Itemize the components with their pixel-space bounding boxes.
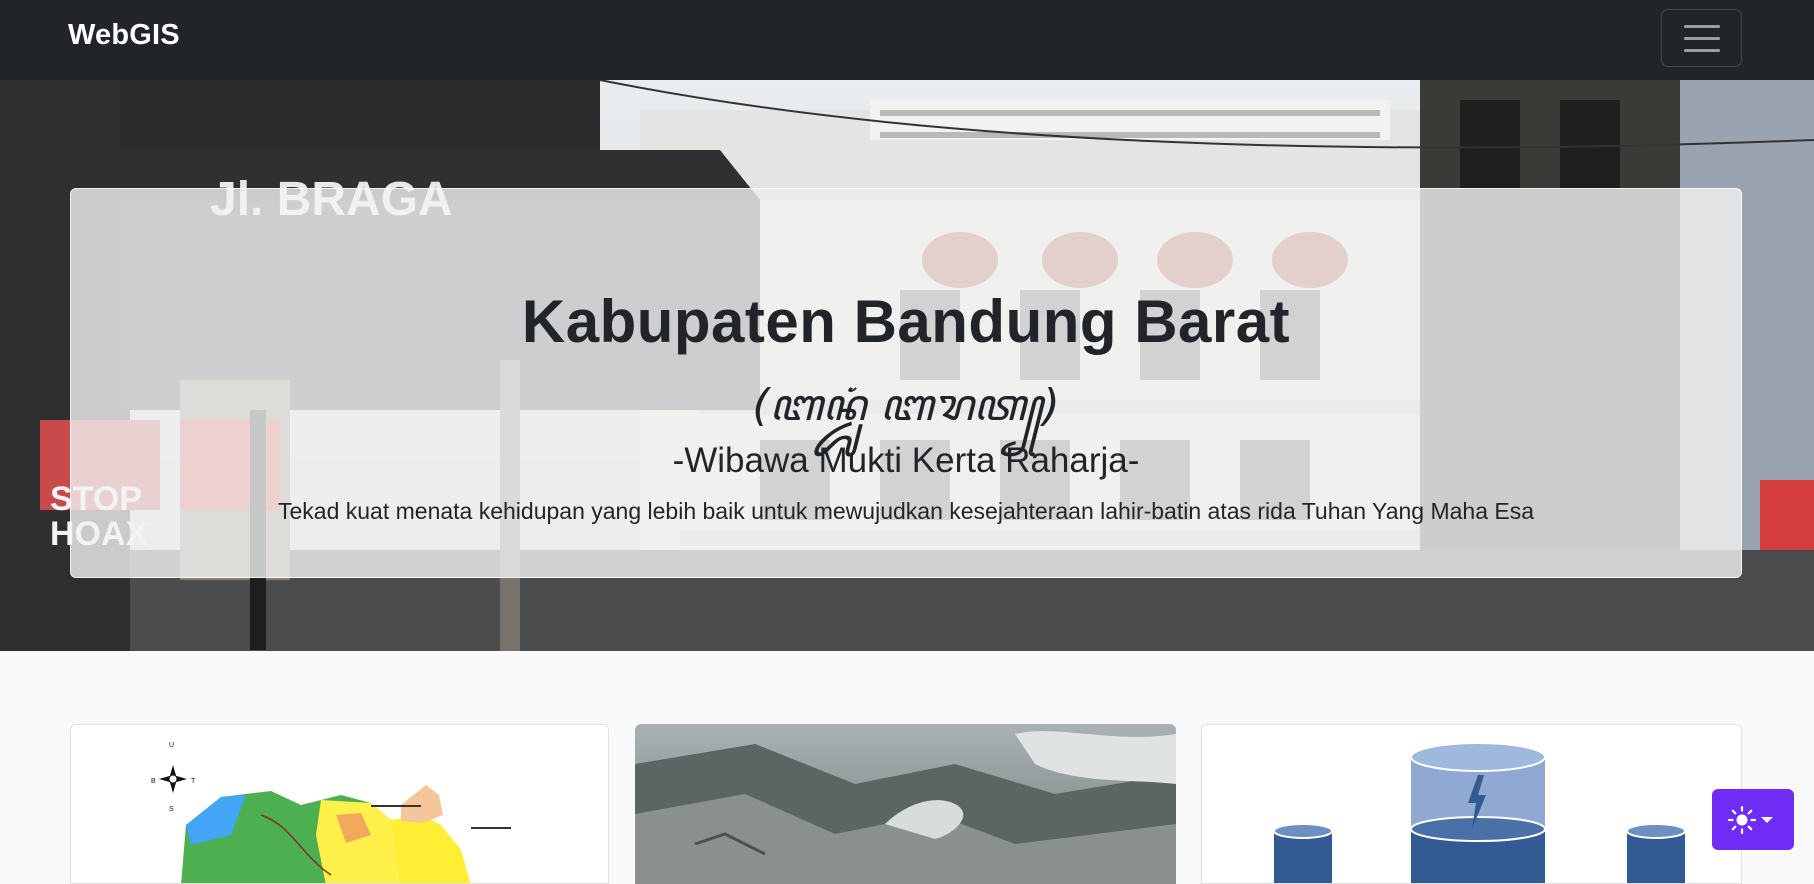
- caret-down-icon: [1761, 817, 1773, 823]
- top-navbar: WebGIS: [0, 0, 1814, 80]
- motto-text: -Wibawa Mukti Kerta Raharja-: [672, 441, 1140, 480]
- volcano-card[interactable]: [635, 724, 1176, 884]
- volcano-crater-photo: [635, 724, 1176, 884]
- database-small-right-icon: [1626, 823, 1686, 883]
- regional-map-image: U S B T: [71, 725, 608, 883]
- database-large-icon: [1410, 742, 1546, 883]
- navbar-toggle-button[interactable]: [1661, 9, 1742, 67]
- compass-label-south: S: [169, 806, 174, 813]
- sun-icon: [1727, 805, 1757, 835]
- database-card[interactable]: [1201, 724, 1742, 884]
- hero-banner-card: Kabupaten Bandung Barat (ꦧꦤ꧀ꦢꦸꦁ ꦧꦫꦠ꧀) -W…: [70, 188, 1742, 578]
- theme-toggle-button[interactable]: [1712, 789, 1794, 850]
- database-icon-illustration: [1202, 725, 1741, 883]
- vision-description: Tekad kuat menata kehidupan yang lebih b…: [277, 498, 1535, 524]
- map-card[interactable]: U S B T: [70, 724, 609, 884]
- compass-label-north: U: [169, 742, 174, 749]
- database-small-left-icon: [1273, 823, 1333, 883]
- compass-label-east: T: [191, 778, 196, 785]
- page-title: Kabupaten Bandung Barat: [521, 288, 1291, 355]
- hero-section: Jl. BRAGA STOP HOAX Kabupaten Bandung Ba…: [0, 80, 1814, 651]
- brand-link[interactable]: WebGIS: [68, 19, 180, 52]
- compass-label-west: B: [151, 778, 156, 785]
